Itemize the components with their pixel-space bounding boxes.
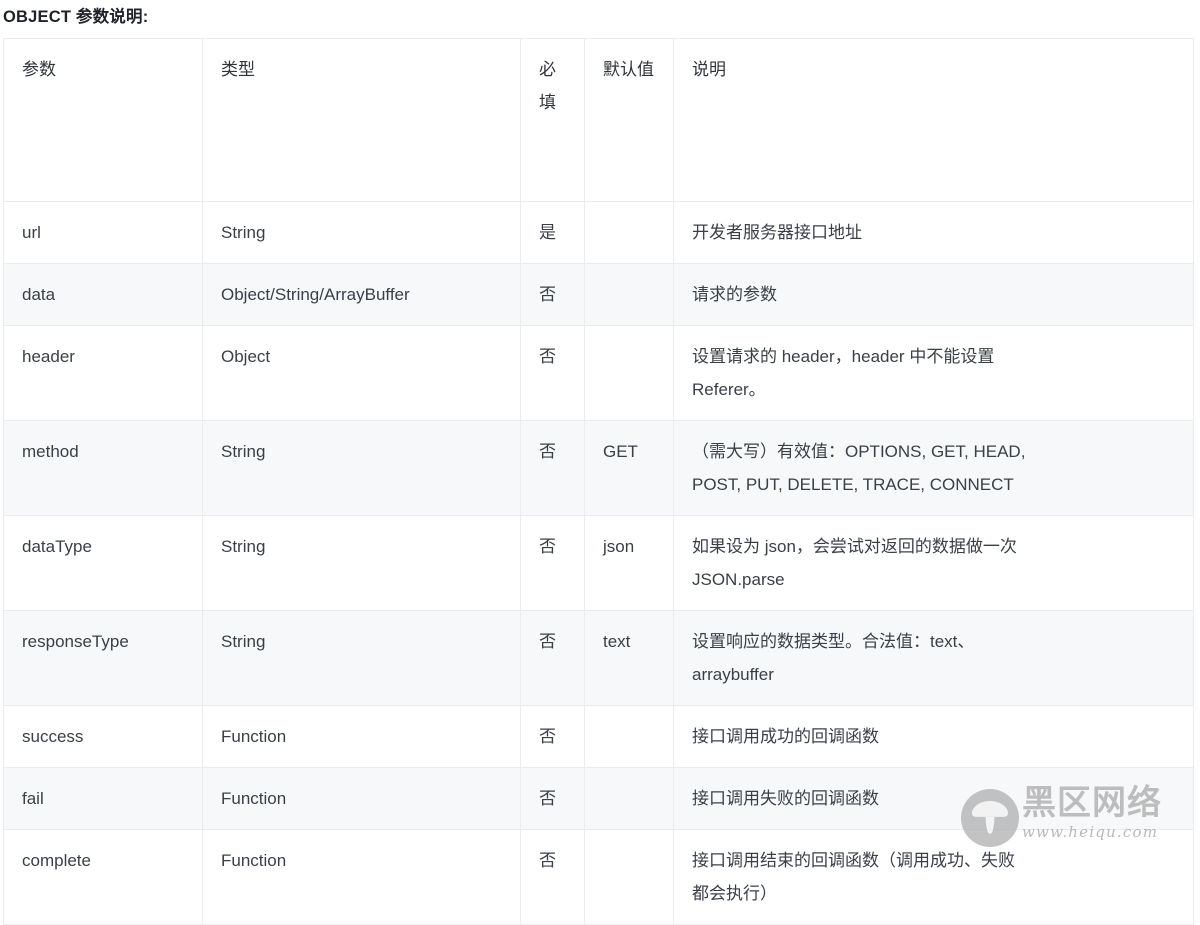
cell-required: 否 [520, 263, 585, 326]
cell-required: 否 [520, 610, 585, 706]
cell-default [584, 263, 674, 326]
cell-default [584, 325, 674, 421]
table-row: complete Function 否接口调用结束的回调函数（调用成功、失败 都会执行… [3, 829, 1194, 925]
description-line: JSON.parse [692, 570, 785, 589]
cell-required: 否 [520, 767, 585, 830]
description-line: 接口调用失败的回调函数 [692, 789, 879, 808]
cell-default [584, 767, 674, 830]
object-param-table: 参数 类型 必填 默认值 说明 url String 是开发者服务器接口地址 data… [3, 38, 1194, 925]
cell-param: complete [3, 829, 203, 925]
cell-type: Function [202, 767, 521, 830]
cell-type: String [202, 610, 521, 706]
cell-required: 是 [520, 201, 585, 264]
page-title: OBJECT 参数说明: [3, 8, 149, 26]
cell-description: 接口调用失败的回调函数 [673, 767, 1194, 830]
cell-param: fail [3, 767, 203, 830]
description-line: （需大写）有效值：OPTIONS, GET, HEAD, [692, 442, 1026, 461]
column-header-required: 必填 [520, 38, 585, 202]
cell-required: 否 [520, 829, 585, 925]
table-header: 参数 类型 必填 默认值 说明 [3, 38, 1194, 202]
column-header-description: 说明 [673, 38, 1194, 202]
cell-default: GET [584, 420, 674, 516]
cell-default: text [584, 610, 674, 706]
cell-default [584, 201, 674, 264]
cell-type: String [202, 515, 521, 611]
cell-description: 开发者服务器接口地址 [673, 201, 1194, 264]
cell-param: success [3, 705, 203, 768]
table-header-row: 参数 类型 必填 默认值 说明 [3, 38, 1194, 202]
cell-required: 否 [520, 705, 585, 768]
cell-type: Object [202, 325, 521, 421]
cell-type: Function [202, 829, 521, 925]
description-line: 请求的参数 [692, 285, 777, 304]
description-line: Referer。 [692, 380, 766, 399]
cell-required: 否 [520, 515, 585, 611]
description-line: 接口调用成功的回调函数 [692, 727, 879, 746]
description-line: 开发者服务器接口地址 [692, 223, 862, 242]
cell-default [584, 705, 674, 768]
table-row: data Object/String/ArrayBuffer 否 请求的参数 [3, 263, 1194, 326]
cell-param: data [3, 263, 203, 326]
description-line: POST, PUT, DELETE, TRACE, CONNECT [692, 475, 1014, 494]
cell-description: 设置响应的数据类型。合法值：text、 arraybuffer [673, 610, 1194, 706]
table-row: dataType String 否 json 如果设为 json，会尝试对返回的数据做一… [3, 515, 1194, 611]
cell-param: responseType [3, 610, 203, 706]
cell-description: 设置请求的 header，header 中不能设置 Referer。 [673, 325, 1194, 421]
cell-default [584, 829, 674, 925]
description-line: 如果设为 json，会尝试对返回的数据做一次 [692, 537, 1017, 556]
cell-type: String [202, 420, 521, 516]
table-row: header Object 否 设置请求的 header，header 中不能设置 Re… [3, 325, 1194, 421]
table-row: method String 否 GET （需大写）有效值：OPTIONS, GET, H… [3, 420, 1194, 516]
column-header-default: 默认值 [584, 38, 674, 202]
cell-description: 如果设为 json，会尝试对返回的数据做一次 JSON.parse [673, 515, 1194, 611]
table-row: url String 是 开发者服务器接口地址 [3, 201, 1194, 264]
cell-description: 接口调用结束的回调函数（调用成功、失败 都会执行） [673, 829, 1194, 925]
description-line: 设置响应的数据类型。合法值：text、 [692, 632, 975, 651]
cell-param: header [3, 325, 203, 421]
param-table-container: 参数 类型 必填 默认值 说明 url String 是开发者服务器接口地址 data… [3, 38, 1194, 925]
description-line: 都会执行） [692, 884, 777, 903]
column-header-param: 参数 [3, 38, 203, 202]
cell-param: dataType [3, 515, 203, 611]
cell-description: 接口调用成功的回调函数 [673, 705, 1194, 768]
cell-param: method [3, 420, 203, 516]
cell-param: url [3, 201, 203, 264]
cell-type: String [202, 201, 521, 264]
column-header-type: 类型 [202, 38, 521, 202]
table-row: responseType String 否 text 设置响应的数据类型。合法值：tex… [3, 610, 1194, 706]
cell-type: Function [202, 705, 521, 768]
description-line: arraybuffer [692, 665, 774, 684]
table-row: success Function 否 接口调用成功的回调函数 [3, 705, 1194, 768]
cell-description: 请求的参数 [673, 263, 1194, 326]
description-line: 接口调用结束的回调函数（调用成功、失败 [692, 851, 1015, 870]
table-body: url String 是开发者服务器接口地址 data Object/String/Ar… [3, 201, 1194, 925]
cell-description: （需大写）有效值：OPTIONS, GET, HEAD, POST, PUT, D… [673, 420, 1194, 516]
cell-required: 否 [520, 325, 585, 421]
description-line: 设置请求的 header，header 中不能设置 [692, 347, 995, 366]
cell-default: json [584, 515, 674, 611]
table-row: fail Function 否 接口调用失败的回调函数 [3, 767, 1194, 830]
cell-type: Object/String/ArrayBuffer [202, 263, 521, 326]
cell-required: 否 [520, 420, 585, 516]
